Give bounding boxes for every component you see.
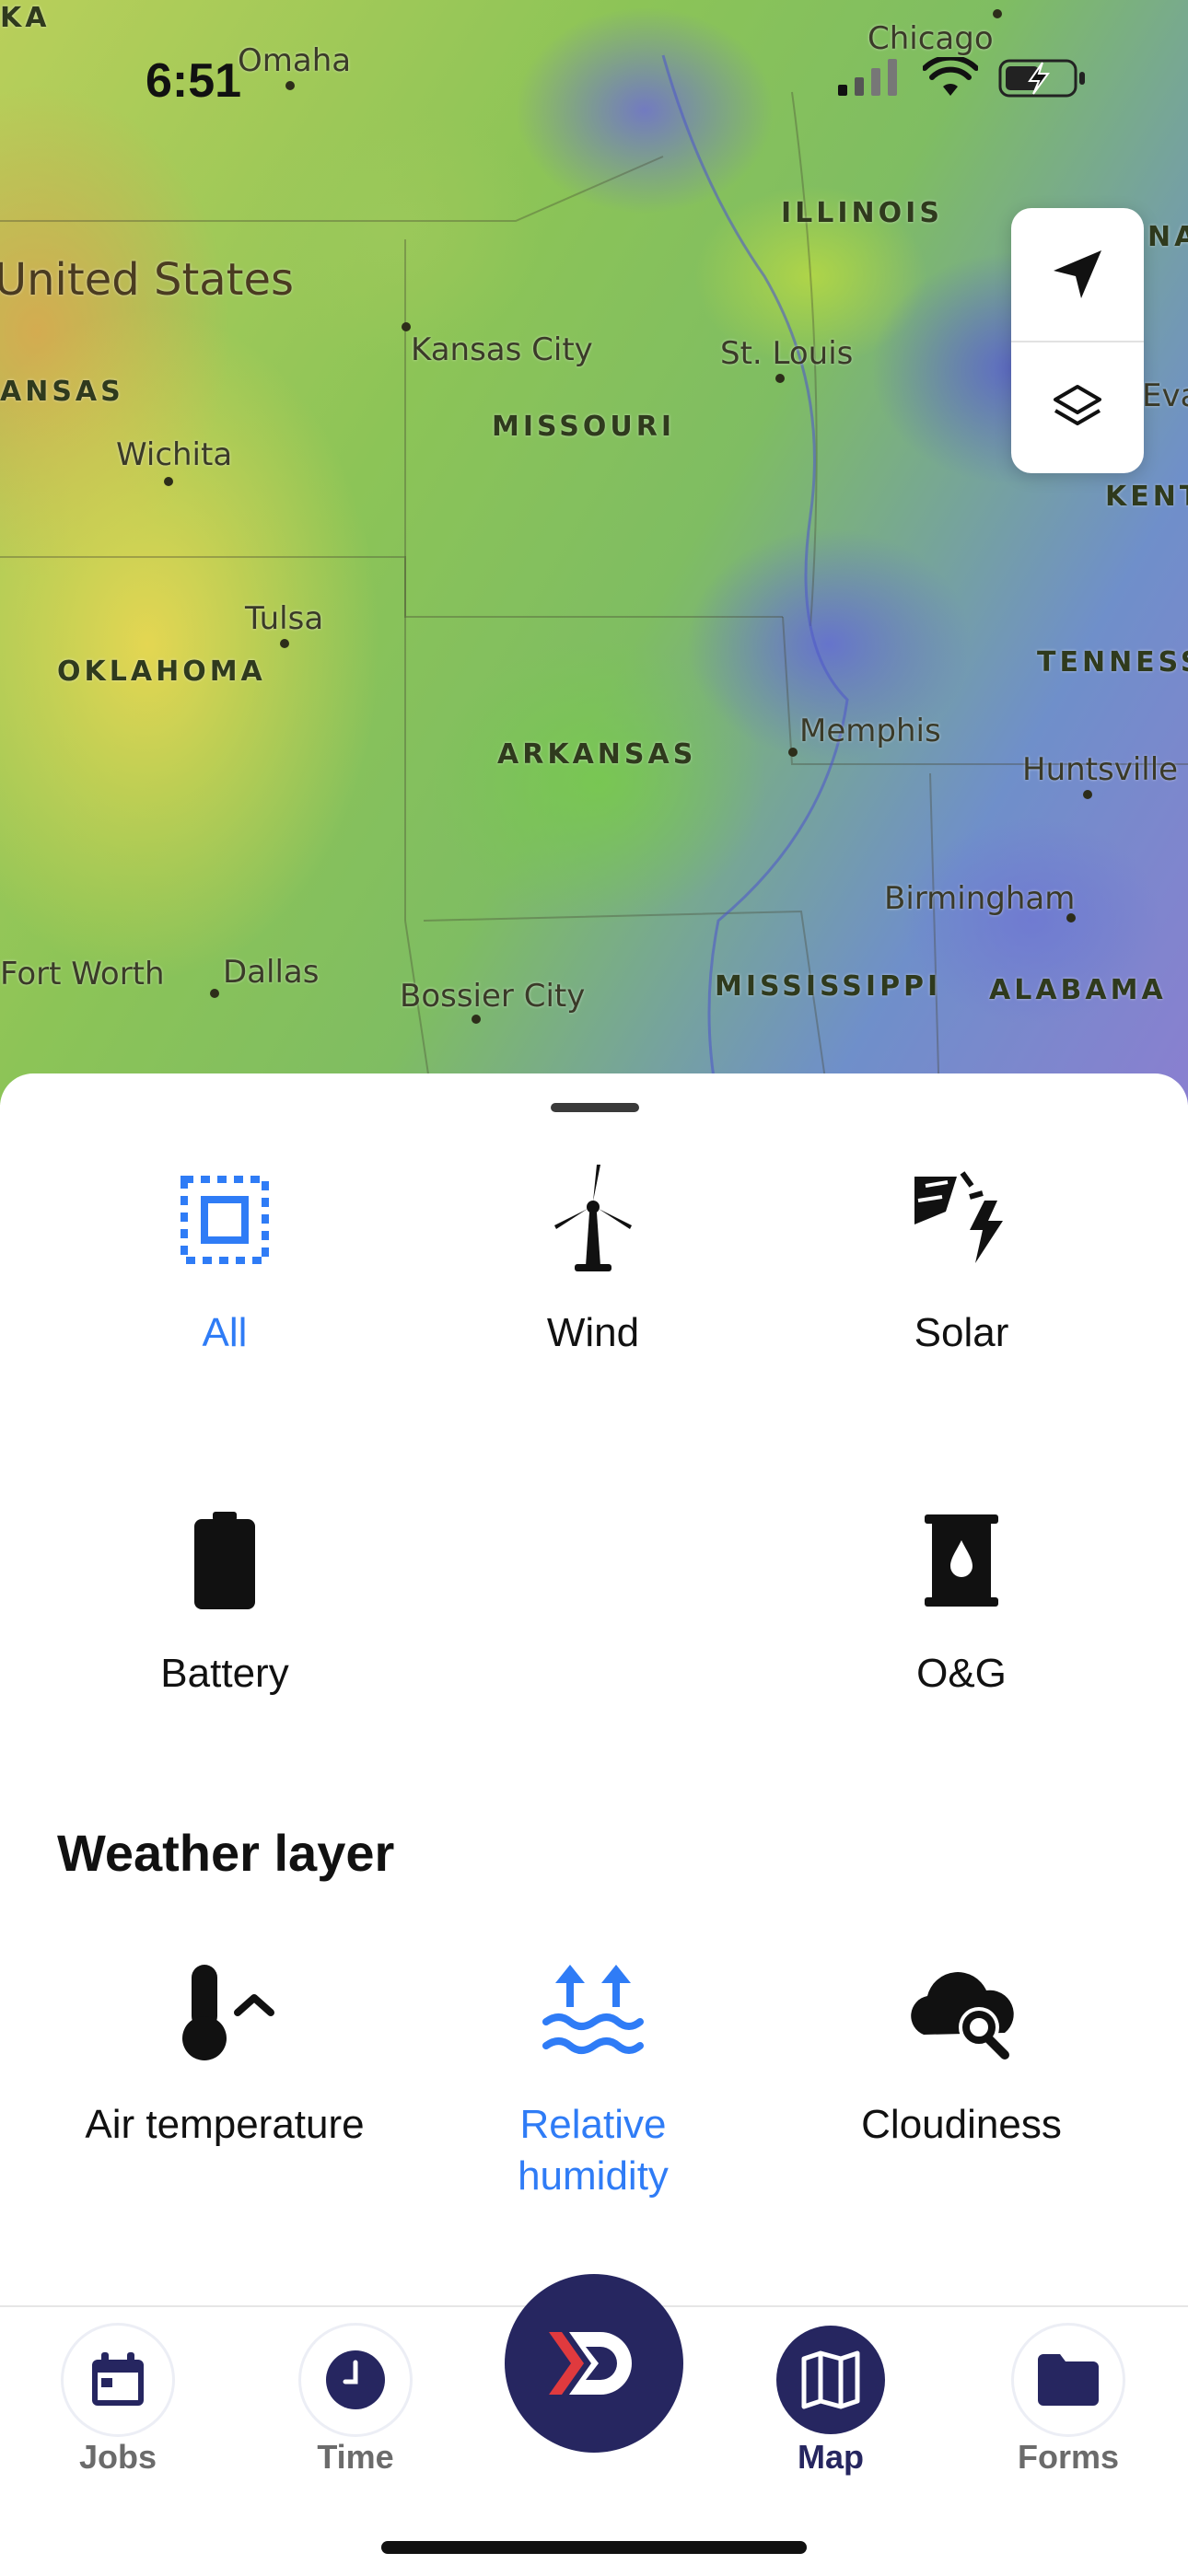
tab-icon-container — [776, 2326, 885, 2434]
city-label-evansville-fragment: Evansvi — [1142, 377, 1188, 414]
state-label-mississippi: MISSISSIPPI — [715, 970, 942, 1003]
city-dot — [775, 374, 785, 383]
state-label-kentucky-fragment: KENT — [1105, 481, 1188, 513]
wind-turbine-icon — [554, 1165, 632, 1271]
humidity-icon — [542, 1965, 644, 2054]
filter-wind[interactable]: Wind — [409, 1160, 777, 1359]
city-dot — [164, 477, 173, 486]
state-label-kansas: ANSAS — [0, 376, 124, 408]
folder-icon — [1038, 2354, 1099, 2406]
filter-label: Wind — [546, 1310, 640, 1355]
state-label-alabama: ALABAMA — [989, 974, 1167, 1006]
location-arrow-icon — [1054, 250, 1101, 298]
tab-icon-container — [1014, 2326, 1123, 2434]
city-label-bossier-city: Bossier City — [400, 978, 586, 1015]
tab-jobs[interactable]: Jobs — [26, 2326, 210, 2477]
state-label: KA — [0, 2, 51, 34]
filter-label: O&G — [916, 1651, 1007, 1696]
city-label-wichita: Wichita — [116, 436, 233, 473]
thermometer-icon — [182, 1965, 274, 2060]
city-dot — [285, 81, 295, 90]
tab-label: Map — [798, 2438, 864, 2476]
state-label-arkansas: ARKANSAS — [497, 738, 697, 771]
state-label-illinois: ILLINOIS — [781, 197, 943, 229]
map-icon — [801, 2350, 860, 2409]
filter-battery[interactable]: Battery — [41, 1501, 409, 1700]
city-dot — [1066, 913, 1076, 922]
oil-barrel-icon — [925, 1514, 998, 1607]
brand-action-button[interactable] — [505, 2274, 683, 2453]
weather-cloudiness[interactable]: Cloudiness — [777, 1952, 1146, 2151]
tab-forms[interactable]: Forms — [976, 2326, 1160, 2477]
weather-label: Air temperature — [85, 2102, 365, 2147]
city-dot — [472, 1015, 481, 1024]
city-label-omaha: Omaha — [238, 42, 352, 79]
wifi-icon — [923, 57, 978, 96]
city-dot — [993, 9, 1002, 18]
weather-relative-humidity[interactable]: Relative humidity — [409, 1952, 777, 2202]
city-label-huntsville: Huntsville — [1022, 751, 1179, 788]
calendar-icon — [92, 2352, 144, 2406]
locate-button[interactable] — [1011, 208, 1144, 341]
weather-air-temperature[interactable]: Air temperature — [41, 1952, 409, 2151]
cloud-search-icon — [911, 1972, 1014, 2060]
home-indicator — [381, 2541, 807, 2554]
city-label-chicago: Chicago — [868, 20, 994, 57]
city-label-dallas: Dallas — [223, 954, 320, 991]
tab-map[interactable]: Map — [739, 2326, 923, 2477]
country-label: United States — [0, 254, 295, 306]
city-label-memphis: Memphis — [799, 713, 941, 749]
tab-label: Jobs — [78, 2438, 157, 2476]
tab-label: Forms — [1017, 2438, 1120, 2476]
battery-charging-icon — [998, 59, 1085, 98]
weather-layer-heading: Weather layer — [57, 1824, 395, 1882]
tab-time[interactable]: Time — [263, 2326, 448, 2477]
select-all-icon — [181, 1176, 269, 1264]
tab-label: Time — [317, 2438, 394, 2476]
city-dot — [402, 322, 411, 331]
city-dot — [210, 989, 219, 998]
filter-label: Battery — [160, 1651, 289, 1696]
city-label-st-louis: St. Louis — [720, 335, 854, 372]
layers-icon — [1054, 385, 1101, 425]
map-borders — [0, 54, 1188, 1105]
status-time: 6:51 — [146, 54, 242, 108]
city-label-fort-worth: Fort Worth — [0, 956, 165, 992]
state-label-missouri: MISSOURI — [492, 411, 676, 443]
city-dot — [280, 639, 289, 648]
sheet-grabber[interactable] — [551, 1103, 639, 1112]
state-label-oklahoma: OKLAHOMA — [57, 656, 266, 688]
filter-solar[interactable]: Solar — [777, 1160, 1146, 1359]
weather-map[interactable]: KA Omaha Chicago ILLINOIS NA United Stat… — [0, 0, 1188, 1105]
cellular-signal-icon — [838, 59, 897, 96]
filter-oil-gas[interactable]: O&G — [777, 1501, 1146, 1700]
clock-icon — [326, 2350, 385, 2409]
weather-label: Relative humidity — [518, 2102, 669, 2199]
filter-label: Solar — [914, 1310, 1009, 1355]
filter-all[interactable]: All — [41, 1160, 409, 1359]
tab-icon-container — [301, 2326, 410, 2434]
city-dot — [788, 748, 798, 757]
city-label-birmingham: Birmingham — [884, 880, 1076, 917]
battery-icon — [194, 1512, 255, 1609]
brand-logo-icon — [549, 2332, 632, 2395]
weather-label: Cloudiness — [861, 2102, 1062, 2147]
state-label-indiana-fragment: NA — [1147, 221, 1188, 253]
tab-icon-container — [64, 2326, 172, 2434]
layers-button[interactable] — [1011, 342, 1144, 475]
solar-icon — [914, 1171, 1003, 1263]
map-controls — [1011, 208, 1144, 473]
city-dot — [1083, 790, 1092, 799]
city-label-kansas-city: Kansas City — [411, 331, 593, 368]
filter-label: All — [202, 1310, 248, 1355]
city-label-tulsa: Tulsa — [245, 600, 324, 637]
state-label-tennessee-fragment: TENNESS — [1037, 646, 1188, 679]
